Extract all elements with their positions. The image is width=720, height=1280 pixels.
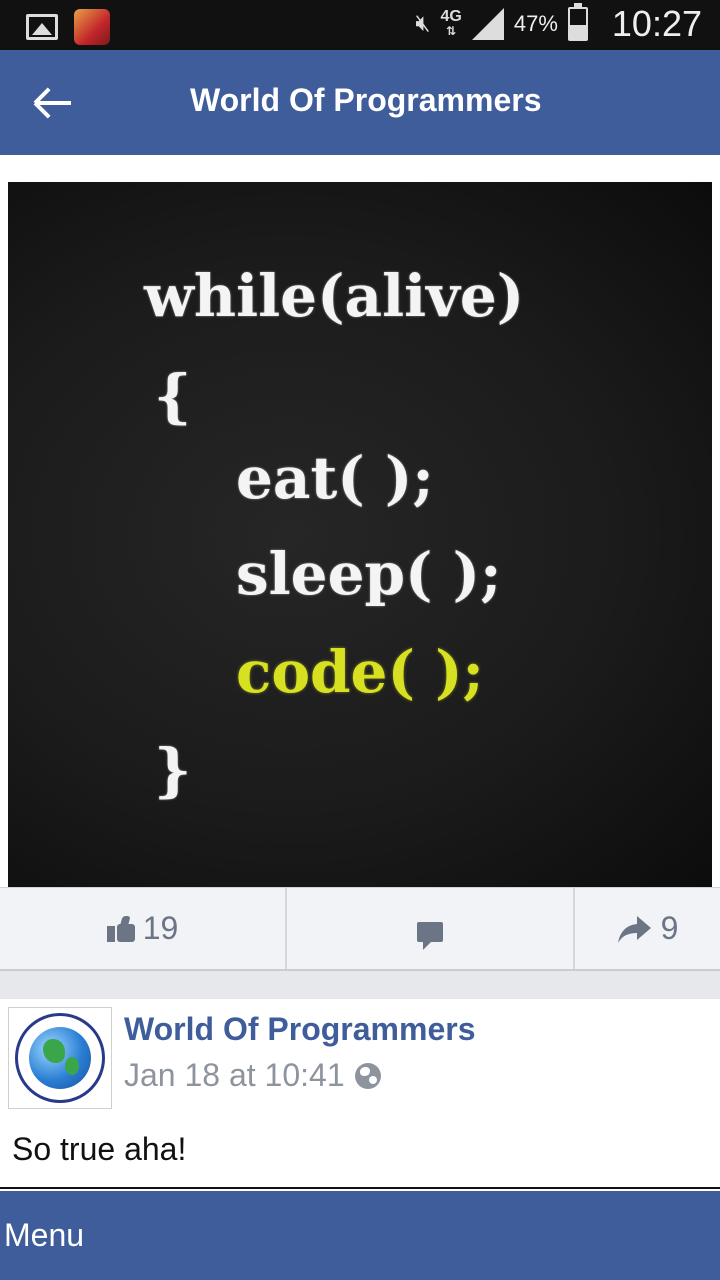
battery-icon [567, 3, 588, 41]
public-globe-icon [354, 1062, 381, 1089]
image-text-line: } [154, 736, 192, 804]
comment-icon [417, 921, 443, 950]
network-label: 4G [440, 8, 462, 25]
menu-button[interactable]: Menu [4, 1217, 84, 1254]
mute-icon: 🔇︎ [415, 10, 431, 37]
image-text-line: { [154, 362, 192, 430]
share-arrow-icon [617, 915, 651, 943]
image-text-line-highlight: code( ); [236, 638, 484, 706]
globe-logo-icon [29, 1027, 91, 1089]
clock: 10:27 [611, 3, 702, 44]
image-text-line: while(alive) [144, 262, 525, 330]
gallery-icon [26, 14, 58, 40]
app-header: World Of Programmers [0, 50, 720, 155]
page-title: World Of Programmers [190, 82, 542, 118]
image-text-line: sleep( ); [236, 540, 502, 608]
share-count: 9 [660, 910, 679, 946]
avatar[interactable] [8, 1007, 112, 1109]
back-button[interactable] [26, 78, 80, 128]
status-bar: 🔇︎ 4G ⇅ 47% 10:27 [0, 0, 720, 50]
bottom-menu-bar[interactable]: Menu [0, 1191, 720, 1280]
comment-meta: Jan 18 at 10:41 [124, 1057, 381, 1094]
image-text-line: eat( ); [236, 444, 434, 512]
back-arrow-icon [35, 101, 71, 105]
comment-text: So true aha! [12, 1131, 187, 1167]
game-app-icon [74, 9, 110, 45]
like-count: 19 [142, 910, 179, 946]
thumbs-up-icon [106, 915, 135, 942]
post-image[interactable]: while(alive) { eat( ); sleep( ); code( )… [8, 182, 712, 887]
comment-button[interactable] [287, 888, 575, 969]
share-button[interactable]: 9 [575, 888, 720, 969]
battery-percent: 47% [513, 11, 558, 36]
status-left-icons [26, 9, 110, 45]
signal-icon [471, 8, 504, 40]
comment-item: World Of Programmers Jan 18 at 10:41 So … [0, 999, 720, 1189]
comment-timestamp: Jan 18 at 10:41 [124, 1057, 345, 1093]
divider [0, 971, 720, 999]
page-logo [15, 1013, 105, 1103]
post-actions-bar: 19 9 [0, 887, 720, 971]
status-right-icons: 🔇︎ 4G ⇅ 47% 10:27 [415, 3, 702, 45]
network-4g-icon: 4G ⇅ [440, 8, 462, 39]
comment-author[interactable]: World Of Programmers [124, 1011, 475, 1048]
like-button[interactable]: 19 [0, 888, 287, 969]
